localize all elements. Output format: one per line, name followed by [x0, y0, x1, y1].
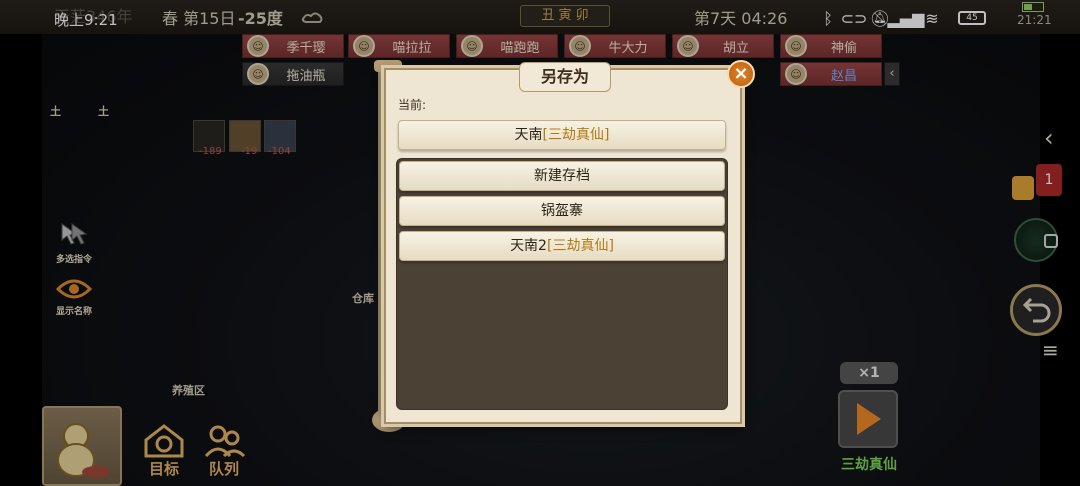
- save-name: 天南: [514, 127, 543, 143]
- save-list: 新建存档 锅盔寨 天南2[三劫真仙]: [396, 158, 728, 410]
- close-icon[interactable]: ×: [727, 60, 755, 88]
- current-label: 当前:: [398, 98, 427, 112]
- save-name: 天南2: [510, 238, 547, 254]
- save-slot[interactable]: 新建存档: [399, 161, 725, 191]
- save-name: 新建存档: [534, 168, 590, 184]
- save-tag: [三劫真仙]: [546, 238, 614, 254]
- save-name: 锅盔寨: [541, 203, 583, 219]
- current-save-slot[interactable]: 天南[三劫真仙]: [398, 120, 726, 150]
- save-as-dialog: 另存为 × 当前: 天南[三劫真仙] 新建存档 锅盔寨 天南2[三劫真仙]: [384, 60, 755, 424]
- dialog-title-wrap: 另存为: [519, 62, 611, 94]
- save-tag: [三劫真仙]: [542, 127, 610, 143]
- save-slot[interactable]: 天南2[三劫真仙]: [399, 231, 725, 261]
- save-slot[interactable]: 锅盔寨: [399, 196, 725, 226]
- dialog-title: 另存为: [519, 62, 611, 92]
